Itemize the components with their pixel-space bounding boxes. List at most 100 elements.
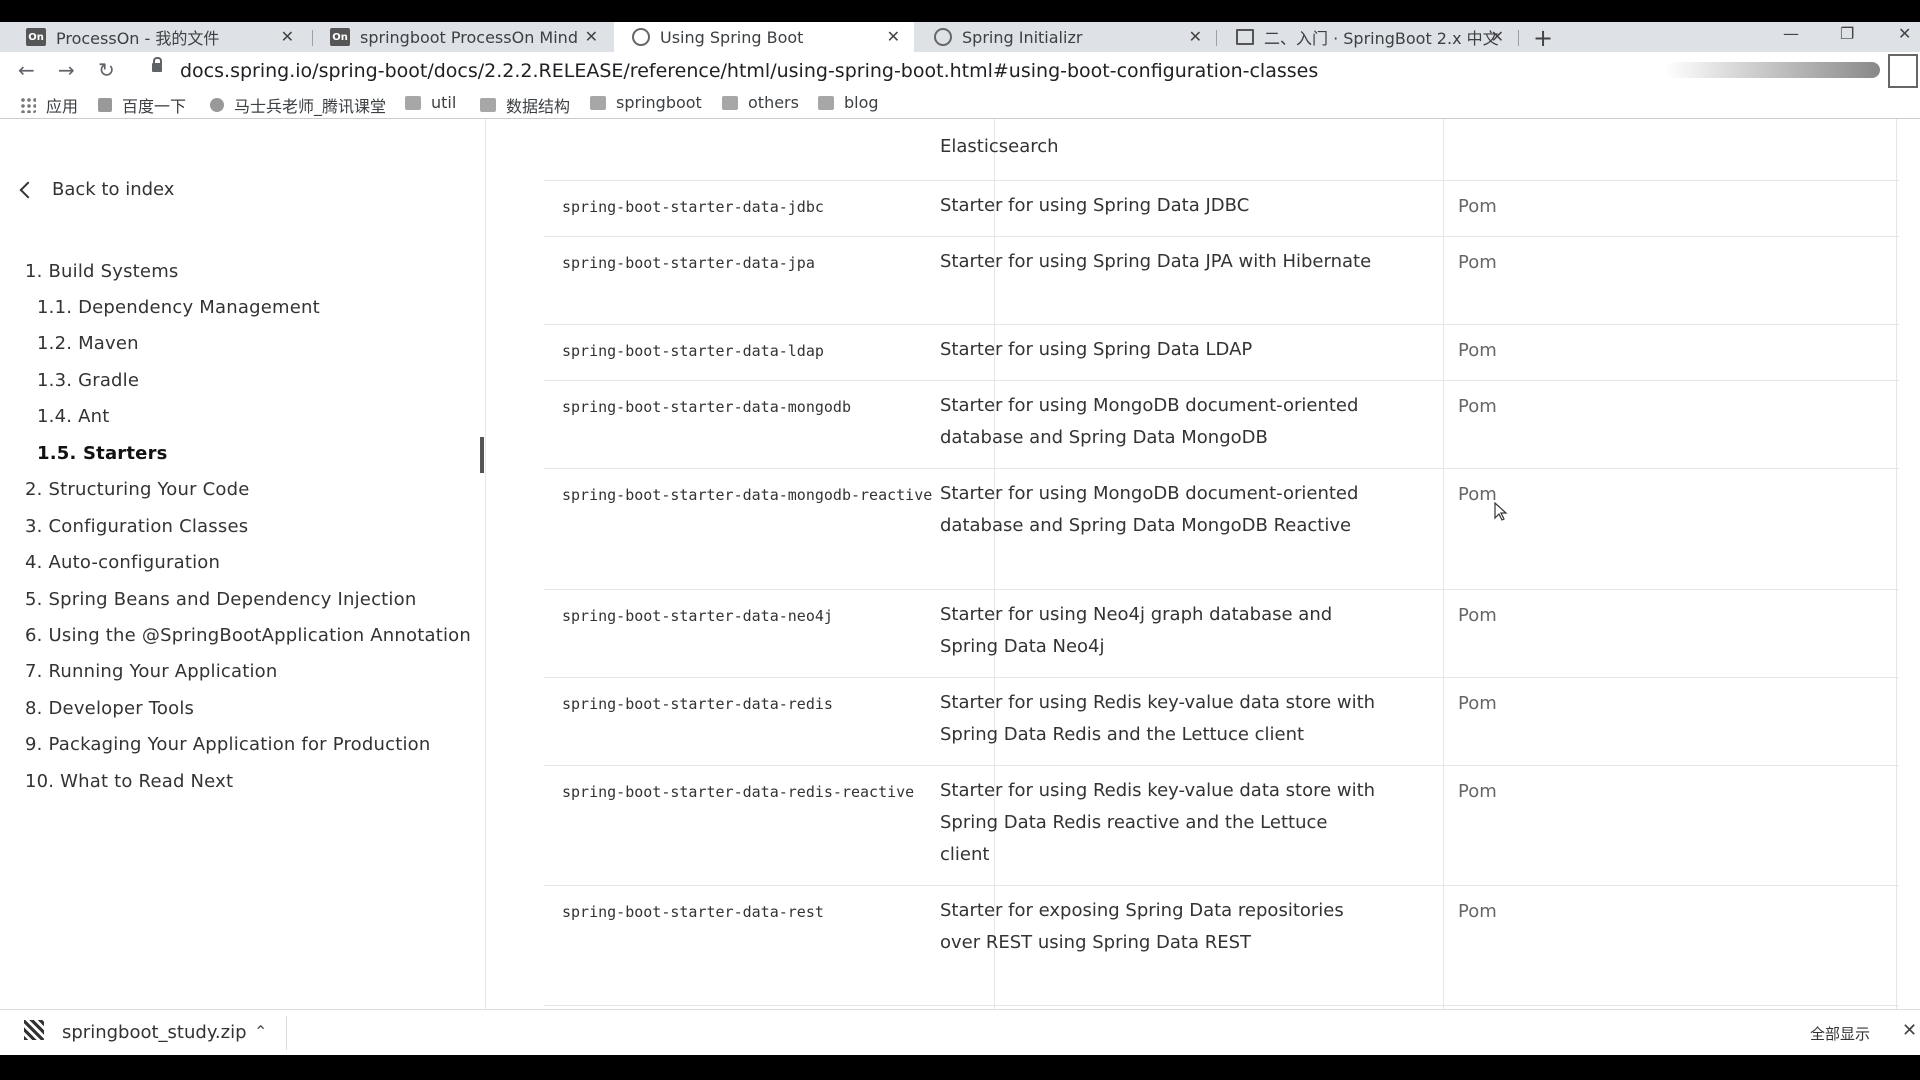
bookmark-tencent-class[interactable]: 马士兵老师_腾讯课堂: [210, 93, 386, 117]
bookmark-springboot[interactable]: springboot: [590, 93, 702, 112]
toc-active-indicator: [480, 437, 484, 473]
starter-description: Starter for using Redis key-value data s…: [940, 780, 1376, 865]
folder-icon: [405, 95, 421, 110]
toc-item[interactable]: 2. Structuring Your Code: [25, 479, 250, 500]
toc-item[interactable]: 4. Auto-configuration: [25, 552, 220, 573]
starter-name: spring-boot-starter-data-mongodb-reactiv…: [562, 486, 933, 504]
starter-description: Starter for exposing Spring Data reposit…: [940, 900, 1344, 953]
reload-icon[interactable]: ↻: [98, 58, 115, 82]
close-icon[interactable]: ✕: [1491, 27, 1504, 46]
starter-description: Starter for using MongoDB document-orien…: [940, 395, 1359, 448]
back-to-index-link[interactable]: Back to index: [19, 179, 175, 200]
toc-item[interactable]: 1.2. Maven: [37, 333, 139, 354]
url-field[interactable]: docs.spring.io/spring-boot/docs/2.2.2.RE…: [180, 60, 1318, 82]
bookmark-label: blog: [844, 93, 879, 112]
row-divider: [544, 324, 1899, 325]
tab-spring-initializr[interactable]: Spring Initializr ✕: [916, 22, 1216, 52]
folder-icon: [722, 95, 738, 110]
close-icon[interactable]: ✕: [1189, 27, 1202, 46]
bookmark-label: 应用: [46, 97, 79, 116]
close-icon[interactable]: ✕: [1902, 1020, 1917, 1041]
starter-type: Pom: [1458, 396, 1497, 417]
starter-description: Starter for using Spring Data JPA with H…: [940, 251, 1372, 272]
row-divider: [544, 180, 1899, 181]
starters-table: Elasticsearch spring-boot-starter-data-j…: [486, 119, 1920, 1009]
bookmark-others[interactable]: others: [722, 93, 799, 112]
tab-using-spring-boot[interactable]: Using Spring Boot ✕: [614, 22, 914, 52]
folder-icon: [590, 95, 606, 110]
minimize-icon[interactable]: —: [1783, 24, 1799, 43]
toc-item[interactable]: 1.4. Ant: [37, 406, 109, 427]
row-divider: [544, 236, 1899, 237]
restore-icon[interactable]: ❐: [1840, 24, 1854, 43]
tab-processon-files[interactable]: On ProcessOn - 我的文件 ✕: [8, 22, 308, 52]
download-shelf: springboot_study.zip ⌃ 全部显示 ✕: [0, 1009, 1920, 1055]
window-close-icon[interactable]: ✕: [1898, 24, 1911, 43]
starter-name: spring-boot-starter-data-jpa: [562, 254, 815, 272]
toc-item[interactable]: 1.1. Dependency Management: [37, 297, 320, 318]
tab-strip: On ProcessOn - 我的文件 ✕ On springboot Proc…: [0, 22, 1920, 52]
close-icon[interactable]: ✕: [585, 27, 598, 46]
toc-item[interactable]: 7. Running Your Application: [25, 661, 278, 682]
new-tab-button[interactable]: +: [1533, 24, 1553, 52]
lock-icon[interactable]: [152, 57, 162, 72]
starter-type: Pom: [1458, 781, 1497, 802]
tab-label: Spring Initializr: [962, 27, 1083, 47]
row-divider: [544, 380, 1899, 381]
bookmark-baidu[interactable]: 百度一下: [98, 93, 186, 117]
download-filename[interactable]: springboot_study.zip: [62, 1022, 247, 1043]
bookmark-util[interactable]: util: [405, 93, 456, 112]
starter-description: Starter for using Spring Data JDBC: [940, 195, 1250, 216]
back-arrow-icon[interactable]: ←: [18, 58, 35, 82]
spring-icon: [934, 28, 952, 46]
bookmark-label: springboot: [616, 93, 702, 112]
bookmark-data-structures[interactable]: 数据结构: [480, 93, 570, 117]
bookmark-blog[interactable]: blog: [818, 93, 879, 112]
starter-description: Starter for using MongoDB document-orien…: [940, 483, 1359, 536]
bookmark-apps[interactable]: 应用: [20, 93, 78, 117]
cursor-arrow-icon: [1494, 501, 1508, 521]
starter-name: spring-boot-starter-data-redis: [562, 695, 833, 713]
tab-springboot-cn[interactable]: 二、入门 · SpringBoot 2.x 中文 ✕: [1218, 22, 1518, 52]
forward-arrow-icon[interactable]: →: [58, 58, 75, 82]
toc-item[interactable]: 8. Developer Tools: [25, 698, 194, 719]
toc-item[interactable]: 1.3. Gradle: [37, 370, 139, 391]
starter-type: Pom: [1458, 340, 1497, 361]
bookmark-label: util: [431, 93, 457, 112]
row-divider: [544, 1005, 1899, 1006]
toc-item-active[interactable]: 1.5. Starters: [37, 443, 168, 464]
chevron-up-icon[interactable]: ⌃: [254, 1022, 267, 1041]
toc-item[interactable]: 9. Packaging Your Application for Produc…: [25, 734, 430, 755]
toc-item[interactable]: 10. What to Read Next: [25, 771, 233, 792]
book-icon: [1236, 29, 1254, 45]
folder-icon: [818, 95, 834, 110]
toc-item[interactable]: 5. Spring Beans and Dependency Injection: [25, 589, 416, 610]
address-bar-row: ← → ↻ docs.spring.io/spring-boot/docs/2.…: [0, 52, 1920, 88]
starter-description: Starter for using Redis key-value data s…: [940, 692, 1376, 745]
bookmarks-bar: 应用 百度一下 马士兵老师_腾讯课堂 util 数据结构 springboot …: [0, 88, 1920, 119]
close-icon[interactable]: ✕: [281, 27, 294, 46]
tab-label: 二、入门 · SpringBoot 2.x 中文: [1264, 29, 1499, 48]
starter-name: spring-boot-starter-data-neo4j: [562, 607, 833, 625]
apps-grid-icon: [20, 97, 36, 113]
back-label: Back to index: [52, 179, 175, 200]
column-divider: [1896, 119, 1897, 1009]
bookmark-label: others: [748, 93, 799, 112]
show-all-downloads-button[interactable]: 全部显示: [1810, 1023, 1870, 1044]
starter-description: Elasticsearch: [940, 136, 1059, 157]
close-icon[interactable]: ✕: [887, 27, 900, 46]
toc-item[interactable]: 6. Using the @SpringBootApplication Anno…: [25, 625, 471, 646]
toc-item[interactable]: 3. Configuration Classes: [25, 516, 248, 537]
starter-type: Pom: [1458, 693, 1497, 714]
row-divider: [544, 765, 1899, 766]
spring-icon: [632, 28, 650, 46]
extension-icon[interactable]: [1888, 54, 1918, 88]
column-divider: [1443, 119, 1444, 1009]
toc-item[interactable]: 1. Build Systems: [25, 261, 179, 282]
bookmark-label: 百度一下: [122, 97, 187, 116]
processon-icon: On: [330, 28, 350, 46]
tab-processon-mind[interactable]: On springboot ProcessOn Mind ✕: [312, 22, 612, 52]
starter-type: Pom: [1458, 484, 1497, 505]
starter-type: Pom: [1458, 901, 1497, 922]
download-separator: [286, 1016, 287, 1050]
